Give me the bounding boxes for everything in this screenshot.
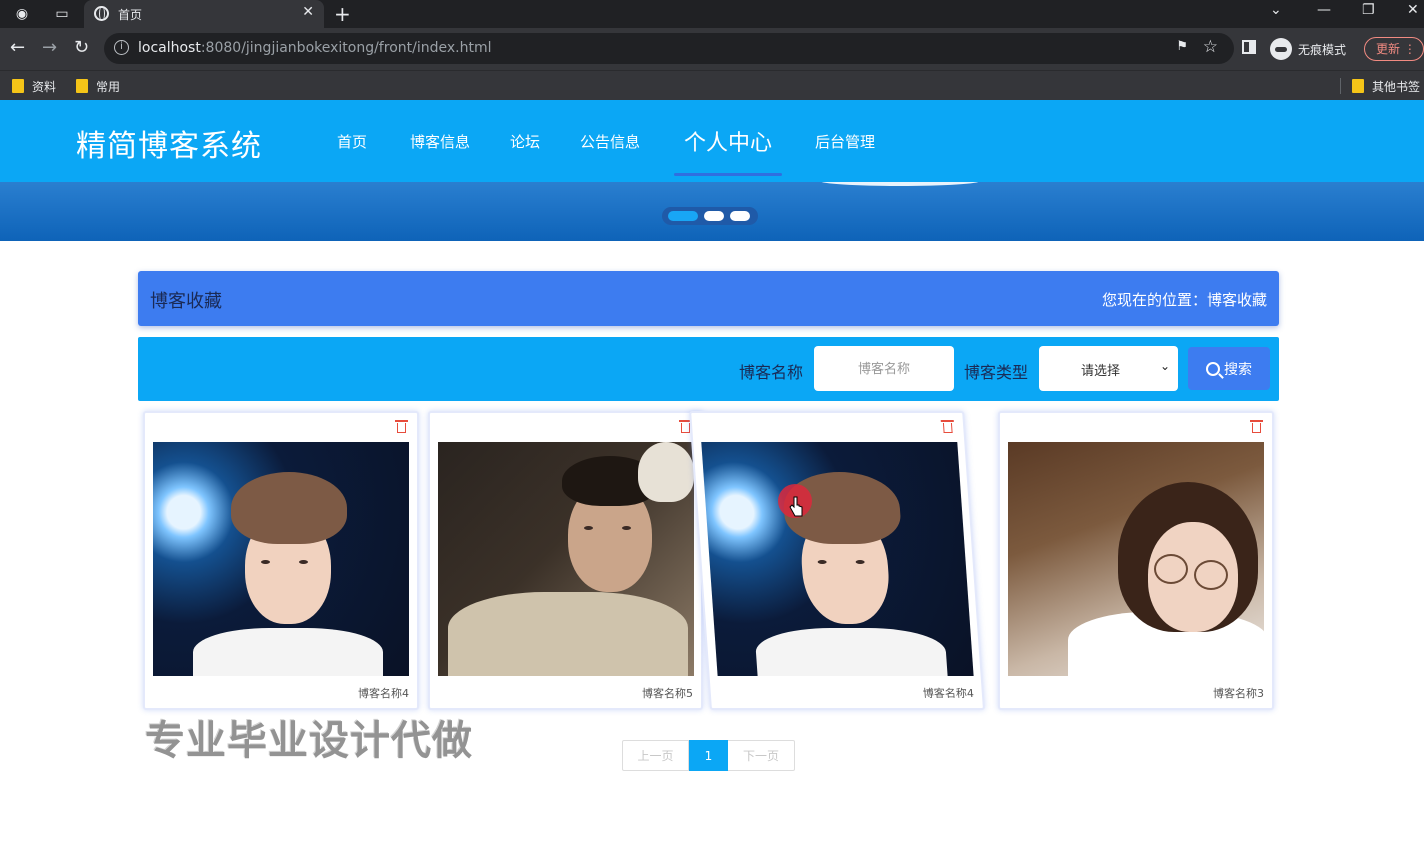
trash-icon[interactable] [940,420,954,434]
browser-tab-bar: ◉ ▭ 首页 ✕ + ⌄ — ❐ ✕ [0,0,1424,28]
pagination: 上一页 1 下一页 [622,740,795,771]
blog-type-select[interactable]: 请选择 ⌄ [1039,346,1178,391]
blog-name: 博客名称5 [642,687,693,700]
back-icon[interactable]: ← [10,37,25,58]
carousel-indicators [662,207,758,225]
incognito-label: 无痕模式 [1298,42,1347,57]
nav-forum[interactable]: 论坛 [510,131,540,152]
trash-icon[interactable] [395,420,408,434]
blog-card[interactable]: 博客名称3 [998,411,1274,710]
close-window-icon[interactable]: ✕ [1407,2,1419,18]
search-bar: 博客名称 博客类型 请选择 ⌄ 搜索 [138,337,1279,401]
page-number-button[interactable]: 1 [689,740,728,771]
watermark-text: 专业毕业设计代做 [145,718,473,764]
forward-icon[interactable]: → [42,37,57,58]
close-tab-icon[interactable]: ✕ [302,4,314,20]
browser-toolbar: ← → ↻ i localhost:8080/jingjianbokexiton… [0,28,1424,70]
globe-icon [94,6,109,21]
blog-card[interactable]: 博客名称4 [689,411,985,710]
address-bar[interactable]: i localhost:8080/jingjianbokexitong/fron… [104,33,1234,64]
folder-icon [76,79,88,93]
site-logo[interactable]: 精简博客系统 [76,121,262,165]
other-bookmarks[interactable]: 其他书签 [1352,76,1420,96]
site-header: 精简博客系统 首页 博客信息 论坛 公告信息 个人中心 后台管理 [0,100,1424,182]
browser-menu-icon[interactable]: ◉ [12,4,32,24]
search-button[interactable]: 搜索 [1188,347,1270,390]
nav-home[interactable]: 首页 [337,131,367,152]
page-title: 博客收藏 [150,291,222,312]
blog-name: 博客名称4 [358,687,409,700]
nav-active-indicator [674,173,782,176]
tab-search-icon[interactable]: ▭ [52,4,72,24]
search-icon [1206,361,1220,376]
blog-name-input[interactable] [814,346,954,391]
blog-cover-image [1008,442,1264,676]
restore-icon[interactable]: ❐ [1362,2,1375,18]
section-title-bar: 博客收藏 您现在的位置：博客收藏 [138,271,1279,326]
incognito-indicator[interactable]: 无痕模式 [1270,37,1346,61]
tab-title: 首页 [118,8,143,22]
blocked-content-icon[interactable]: ⚑ [1176,39,1188,54]
blog-card[interactable]: 博客名称4 [143,411,419,710]
bookmark-separator [1340,78,1341,94]
minimize-icon[interactable]: — [1317,2,1331,18]
nav-blog-info[interactable]: 博客信息 [410,131,470,152]
folder-icon [12,79,24,93]
nav-admin[interactable]: 后台管理 [815,131,875,152]
update-button[interactable]: 更新 ⋮ [1364,37,1424,61]
breadcrumb: 您现在的位置：博客收藏 [1101,291,1267,309]
nav-announcements[interactable]: 公告信息 [580,131,640,152]
bookmark-star-icon[interactable]: ☆ [1203,37,1218,57]
bookmark-folder-ziliao[interactable]: 资料 [12,76,56,96]
blog-name-label: 博客名称 [739,363,804,382]
next-page-button[interactable]: 下一页 [728,740,795,771]
nav-personal-center[interactable]: 个人中心 [684,125,772,157]
reload-icon[interactable]: ↻ [74,37,89,58]
bookmarks-bar: 资料 常用 其他书签 [0,70,1424,100]
prev-page-button[interactable]: 上一页 [622,740,689,771]
bookmark-folder-changyong[interactable]: 常用 [76,76,120,96]
blog-cover-image [438,442,694,676]
blog-name: 博客名称3 [1213,687,1264,700]
incognito-icon [1270,38,1292,60]
carousel-dot[interactable] [730,211,750,221]
hand-cursor-icon [789,496,803,517]
folder-icon [1352,79,1364,93]
blog-cover-image [153,442,409,676]
trash-icon[interactable] [1250,420,1263,434]
carousel-dot[interactable] [668,211,698,221]
new-tab-icon[interactable]: + [334,2,351,26]
site-info-icon[interactable]: i [114,40,129,55]
chevron-down-icon: ⌄ [1159,359,1170,373]
tab-list-chevron-icon[interactable]: ⌄ [1270,2,1282,18]
blog-type-label: 博客类型 [964,363,1029,382]
browser-tab[interactable]: 首页 ✕ [84,0,324,28]
carousel-dot[interactable] [704,211,724,221]
url-text: localhost:8080/jingjianbokexitong/front/… [138,40,492,56]
side-panel-icon[interactable] [1242,40,1256,54]
blog-cover-image [701,442,974,676]
blog-name: 博客名称4 [922,687,975,700]
banner-image [820,182,980,186]
blog-card[interactable]: 博客名称5 [428,411,703,710]
